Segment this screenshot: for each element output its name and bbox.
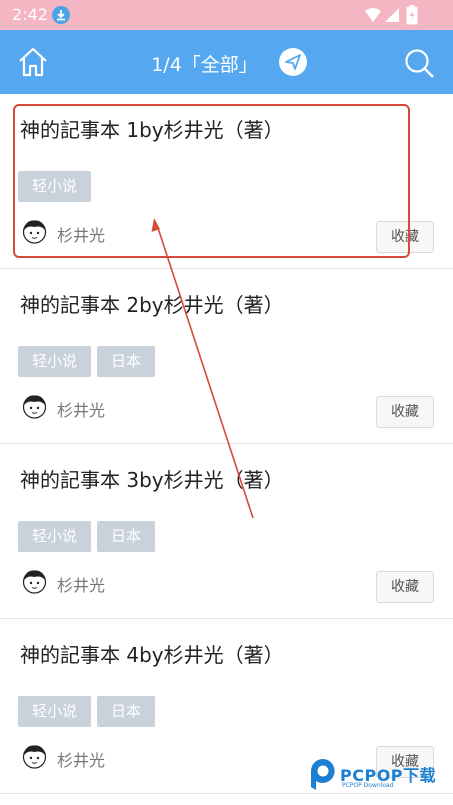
book-card[interactable]: 神的記事本 1by杉井光（著） 轻小说 杉井光 收藏 [0, 94, 453, 269]
author-name: 杉井光 [57, 226, 106, 245]
status-bar: 2:42 [0, 0, 453, 30]
book-title: 神的記事本 2by杉井光（著） [20, 293, 284, 317]
avatar-icon [22, 395, 47, 419]
favorite-button[interactable]: 收藏 [376, 571, 434, 603]
watermark: PCPOP下载 PCPOP Download [306, 756, 449, 796]
tag-chip[interactable]: 轻小说 [18, 696, 92, 727]
tag-chip[interactable]: 轻小说 [18, 521, 92, 552]
tag-chip[interactable]: 日本 [97, 346, 156, 377]
search-icon[interactable] [403, 47, 435, 79]
watermark-tagline: PCPOP Download [342, 782, 394, 789]
avatar-icon [22, 570, 47, 594]
author-name: 杉井光 [57, 751, 106, 770]
avatar-icon [22, 745, 47, 769]
wifi-icon [365, 8, 381, 22]
favorite-button[interactable]: 收藏 [376, 396, 434, 428]
send-icon[interactable] [279, 48, 307, 76]
signal-icon [385, 8, 399, 22]
tag-list: 轻小说 日本 [18, 521, 156, 552]
book-card[interactable]: 神的記事本 2by杉井光（著） 轻小说 日本 杉井光 收藏 [0, 269, 453, 444]
book-list: 神的記事本 1by杉井光（著） 轻小说 杉井光 收藏 神的記事本 2by杉井光（… [0, 94, 453, 794]
avatar-icon [22, 220, 47, 244]
favorite-button[interactable]: 收藏 [376, 221, 434, 253]
pcpop-logo-icon [311, 759, 335, 790]
app-toolbar: 1/4「全部」 [0, 30, 453, 94]
tag-chip[interactable]: 日本 [97, 521, 156, 552]
book-title: 神的記事本 4by杉井光（著） [20, 643, 284, 667]
tag-chip[interactable]: 日本 [97, 696, 156, 727]
book-title: 神的記事本 3by杉井光（著） [20, 468, 284, 492]
book-title: 神的記事本 1by杉井光（著） [20, 118, 284, 142]
tag-chip[interactable]: 轻小说 [18, 171, 92, 202]
tag-list: 轻小说 日本 [18, 346, 156, 377]
tag-list: 轻小说 [18, 171, 92, 202]
download-icon [52, 6, 70, 24]
book-card[interactable]: 神的記事本 3by杉井光（著） 轻小说 日本 杉井光 收藏 [0, 444, 453, 619]
battery-icon [406, 5, 418, 25]
author-name: 杉井光 [57, 401, 106, 420]
author-name: 杉井光 [57, 576, 106, 595]
tag-chip[interactable]: 轻小说 [18, 346, 92, 377]
status-time: 2:42 [12, 5, 48, 24]
tag-list: 轻小说 日本 [18, 696, 156, 727]
